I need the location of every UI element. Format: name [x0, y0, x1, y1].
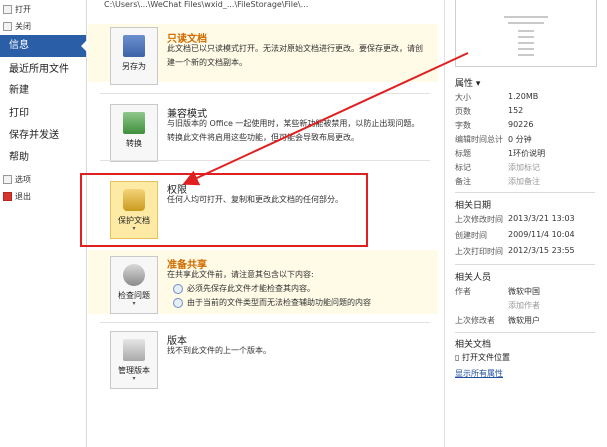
convert-icon — [123, 112, 145, 134]
date-key: 上次打印时间 — [455, 247, 503, 256]
prop-value: 152 — [508, 106, 524, 115]
date-key: 上次修改时间 — [455, 215, 503, 224]
protect-document-button[interactable]: 保护文档 ▾ — [110, 181, 158, 239]
people-key: 上次修改者 — [455, 316, 495, 325]
date-value: 2012/3/15 23:55 — [508, 246, 575, 255]
share-desc: 在共享此文件前，请注意其包含以下内容: — [167, 270, 314, 279]
close-document-icon — [3, 22, 12, 31]
prop-value: 0 分钟 — [508, 135, 532, 144]
last-modified-by-value[interactable]: 微软用户 — [508, 315, 540, 326]
info-bullet-icon — [173, 283, 183, 294]
chevron-down-icon: ▾ — [132, 300, 136, 307]
prop-value: 1.20MB — [508, 92, 539, 101]
nav-close-label: 关闭 — [15, 22, 31, 31]
share-bullet: 必须先保存此文件才能检查其内容。 — [173, 283, 315, 294]
author-value[interactable]: 微软中国 — [508, 286, 540, 297]
add-author-field[interactable]: 添加作者 — [508, 300, 540, 311]
share-bullet: 由于当前的文件类型而无法检查辅助功能问题的内容 — [173, 297, 371, 308]
people-key: 作者 — [455, 287, 471, 296]
exit-icon — [3, 192, 12, 201]
show-all-properties-link[interactable]: 显示所有属性 — [455, 368, 503, 379]
nav-item-recent[interactable]: 最近所用文件 — [0, 59, 86, 81]
nav-open-label: 打开 — [15, 5, 31, 14]
nav-close[interactable]: 关闭 — [3, 21, 31, 32]
prop-key: 页数 — [455, 107, 471, 116]
nav-options[interactable]: 选项 — [3, 174, 31, 185]
date-value: 2009/11/4 10:04 — [508, 230, 575, 239]
divider — [100, 93, 430, 94]
inspect-icon — [123, 264, 145, 286]
document-thumbnail[interactable] — [455, 0, 597, 67]
backstage-nav: 打开 关闭 信息 最近所用文件 新建 打印 保存并发送 帮助 选项 退出 — [0, 0, 87, 447]
prop-key: 标记 — [455, 163, 471, 172]
manage-versions-button[interactable]: 管理版本 ▾ — [110, 331, 158, 389]
folder-open-icon — [3, 5, 12, 14]
divider — [100, 160, 430, 161]
prop-title-value[interactable]: 1环价说明 — [508, 148, 545, 159]
add-tag-field[interactable]: 添加标记 — [508, 162, 540, 173]
prop-key: 字数 — [455, 121, 471, 130]
readonly-desc: 此文档已以只读模式打开。无法对原始文档进行更改。要保存更改，请创建一个新的文档副… — [167, 44, 423, 67]
nav-item-save-send[interactable]: 保存并发送 — [0, 125, 86, 147]
related-docs-header: 相关文档 — [455, 340, 492, 350]
open-file-location-link[interactable]: ▯ 打开文件位置 — [455, 352, 510, 363]
chevron-down-icon: ▾ — [132, 225, 136, 232]
permissions-desc: 任何人均可打开、复制和更改此文档的任何部分。 — [167, 195, 343, 204]
nav-item-print[interactable]: 打印 — [0, 103, 86, 125]
dates-header: 相关日期 — [455, 201, 492, 211]
compat-desc: 与旧版本的 Office 一起使用时，某些新功能被禁用，以防止出现问题。转换此文… — [167, 119, 420, 142]
chevron-down-icon: ▾ — [132, 375, 136, 382]
nav-item-new[interactable]: 新建 — [0, 80, 86, 102]
versions-desc: 找不到此文件的上一个版本。 — [167, 346, 271, 355]
properties-header[interactable]: 属性 ▾ — [455, 76, 480, 89]
prop-key: 大小 — [455, 93, 471, 102]
people-header: 相关人员 — [455, 273, 492, 283]
date-key: 创建时间 — [455, 231, 487, 240]
file-path: C:\Users\...\WeChat Files\wxid_...\FileS… — [104, 0, 309, 9]
divider — [455, 264, 595, 265]
nav-item-info[interactable]: 信息 — [0, 35, 87, 57]
nav-exit[interactable]: 退出 — [3, 191, 31, 202]
options-icon — [3, 175, 12, 184]
versions-icon — [123, 339, 145, 361]
prop-key: 编辑时间总计 — [455, 135, 503, 144]
prop-value: 90226 — [508, 120, 534, 129]
divider — [455, 332, 595, 333]
lock-icon — [123, 189, 145, 211]
date-value: 2013/3/21 13:03 — [508, 214, 575, 223]
nav-open[interactable]: 打开 — [3, 4, 31, 15]
prop-key: 标题 — [455, 149, 471, 158]
folder-icon: ▯ — [455, 353, 462, 362]
nav-item-help[interactable]: 帮助 — [0, 147, 86, 169]
save-as-icon — [123, 35, 145, 57]
inspect-button[interactable]: 检查问题 ▾ — [110, 256, 158, 314]
info-bullet-icon — [173, 297, 183, 308]
convert-button[interactable]: 转换 — [110, 104, 158, 162]
save-as-button[interactable]: 另存为 — [110, 27, 158, 85]
prop-key: 备注 — [455, 177, 471, 186]
add-comment-field[interactable]: 添加备注 — [508, 176, 540, 187]
divider — [100, 322, 430, 323]
divider — [455, 192, 595, 193]
